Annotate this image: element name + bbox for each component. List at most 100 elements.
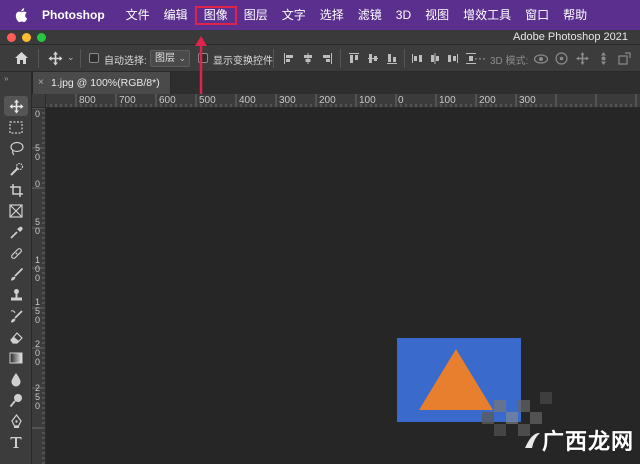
marquee-tool-icon bbox=[9, 120, 23, 134]
watermark: 广西龙网 bbox=[522, 424, 634, 456]
mode-3d-label: 3D 模式: bbox=[490, 56, 529, 67]
window-title: Adobe Photoshop 2021 bbox=[513, 31, 628, 43]
auto-select-label: 自动选择: bbox=[104, 56, 147, 67]
close-window-button[interactable] bbox=[7, 33, 16, 42]
align-bottom-icon[interactable] bbox=[386, 52, 398, 65]
menu-edit[interactable]: 编辑 bbox=[157, 6, 195, 25]
ruler-origin[interactable] bbox=[32, 94, 46, 108]
align-left-icon[interactable] bbox=[283, 52, 295, 65]
ruler-label: 700 bbox=[119, 95, 136, 106]
zoom-window-button[interactable] bbox=[37, 33, 46, 42]
auto-select-target-dropdown[interactable]: 图层 ⌄ bbox=[150, 50, 190, 67]
quick-select-tool-button[interactable] bbox=[4, 159, 28, 179]
document-tab-label: 1.jpg @ 100%(RGB/8*) bbox=[51, 77, 160, 89]
type-tool-icon bbox=[10, 437, 22, 448]
menu-type[interactable]: 文字 bbox=[275, 6, 313, 25]
align-top-icon[interactable] bbox=[348, 52, 360, 65]
apple-icon[interactable] bbox=[14, 7, 28, 23]
frame-tool-button[interactable] bbox=[4, 201, 28, 221]
ruler-label: 600 bbox=[159, 95, 176, 106]
show-transform-controls-label: 显示变换控件 bbox=[213, 56, 273, 67]
ruler-label: 150 bbox=[35, 297, 41, 325]
type-tool-button[interactable] bbox=[4, 432, 28, 452]
ruler-label: 300 bbox=[519, 95, 536, 106]
menu-bar: Photoshop 文件 编辑 图像 图层 文字 选择 滤镜 3D 视图 增效工… bbox=[0, 0, 640, 30]
menu-help[interactable]: 帮助 bbox=[556, 6, 594, 25]
move-tool-icon[interactable] bbox=[48, 51, 63, 66]
menu-3d[interactable]: 3D bbox=[389, 6, 418, 25]
drag-3d-icon[interactable] bbox=[575, 51, 590, 66]
watermark-text: 广西龙网 bbox=[541, 429, 634, 454]
clone-stamp-tool-icon bbox=[10, 288, 22, 300]
chevron-down-icon: ⌄ bbox=[178, 53, 186, 63]
blur-tool-icon bbox=[11, 372, 21, 386]
auto-select-target-value: 图层 bbox=[155, 53, 175, 64]
healing-brush-tool-icon bbox=[10, 247, 22, 259]
eyedropper-tool-button[interactable] bbox=[4, 222, 28, 242]
pen-tool-button[interactable] bbox=[4, 411, 28, 431]
ruler-label: 100 bbox=[439, 95, 456, 106]
ruler-label: 200 bbox=[479, 95, 496, 106]
brush-tool-button[interactable] bbox=[4, 264, 28, 284]
menu-file[interactable]: 文件 bbox=[119, 6, 157, 25]
move-tool-button[interactable] bbox=[4, 96, 28, 116]
more-icon[interactable]: ··· bbox=[474, 51, 486, 65]
ruler-label: 200 bbox=[35, 339, 41, 367]
slide-3d-icon[interactable] bbox=[596, 51, 611, 66]
menu-view[interactable]: 视图 bbox=[418, 6, 456, 25]
gradient-tool-button[interactable] bbox=[4, 348, 28, 368]
align-center-h-icon[interactable] bbox=[302, 52, 314, 65]
crop-tool-icon bbox=[9, 183, 23, 197]
marquee-tool-button[interactable] bbox=[4, 117, 28, 137]
distribute-right-icon[interactable] bbox=[447, 52, 459, 65]
ruler-label: 300 bbox=[279, 95, 296, 106]
clone-stamp-tool-button[interactable] bbox=[4, 285, 28, 305]
annotation-arrow-icon bbox=[195, 36, 207, 94]
menu-window[interactable]: 窗口 bbox=[518, 6, 556, 25]
close-tab-icon[interactable]: × bbox=[38, 77, 44, 88]
horizontal-ruler[interactable]: 800 700 600 500 400 300 200 100 0 100 20… bbox=[46, 94, 640, 108]
vertical-ruler[interactable]: 0 50 0 50 100 150 200 250 bbox=[32, 108, 46, 464]
menu-select[interactable]: 选择 bbox=[313, 6, 351, 25]
document-tab-bar: × 1.jpg @ 100%(RGB/8*) bbox=[33, 72, 640, 94]
ruler-label: 200 bbox=[319, 95, 336, 106]
menu-plugins[interactable]: 增效工具 bbox=[456, 6, 518, 25]
ruler-label: 50 bbox=[35, 217, 41, 236]
auto-select-checkbox[interactable] bbox=[89, 53, 99, 63]
lasso-tool-icon bbox=[9, 141, 24, 155]
menu-filter[interactable]: 滤镜 bbox=[351, 6, 389, 25]
distribute-center-icon[interactable] bbox=[429, 52, 441, 65]
lasso-tool-button[interactable] bbox=[4, 138, 28, 158]
dodge-tool-button[interactable] bbox=[4, 390, 28, 410]
ruler-label: 250 bbox=[35, 383, 41, 411]
eraser-tool-icon bbox=[9, 331, 23, 344]
home-icon[interactable] bbox=[14, 51, 29, 65]
panel-collapse-icon[interactable]: » bbox=[4, 74, 9, 83]
ruler-label: 100 bbox=[359, 95, 376, 106]
brush-tool-icon bbox=[10, 267, 23, 280]
window-title-bar: Adobe Photoshop 2021 bbox=[0, 30, 640, 45]
eraser-tool-button[interactable] bbox=[4, 327, 28, 347]
history-brush-tool-button[interactable] bbox=[4, 306, 28, 326]
crop-tool-button[interactable] bbox=[4, 180, 28, 200]
document-tab[interactable]: × 1.jpg @ 100%(RGB/8*) bbox=[33, 72, 171, 94]
app-name-menu[interactable]: Photoshop bbox=[42, 8, 105, 22]
scale-3d-icon[interactable] bbox=[617, 51, 632, 66]
distribute-left-icon[interactable] bbox=[411, 52, 423, 65]
tool-preset-chevron-icon[interactable]: ⌄ bbox=[67, 52, 75, 63]
move-tool-icon bbox=[9, 99, 23, 113]
roll-3d-icon[interactable] bbox=[554, 51, 569, 66]
minimize-window-button[interactable] bbox=[22, 33, 31, 42]
align-right-icon[interactable] bbox=[321, 52, 333, 65]
ruler-label: 0 bbox=[398, 95, 404, 106]
menu-image[interactable]: 图像 bbox=[194, 5, 237, 25]
align-middle-v-icon[interactable] bbox=[367, 52, 379, 65]
dodge-tool-icon bbox=[9, 393, 22, 407]
ruler-label: 500 bbox=[199, 95, 216, 106]
watermark-logo-icon bbox=[524, 432, 540, 448]
history-brush-tool-icon bbox=[10, 309, 23, 322]
menu-layer[interactable]: 图层 bbox=[237, 6, 275, 25]
healing-brush-tool-button[interactable] bbox=[4, 243, 28, 263]
blur-tool-button[interactable] bbox=[4, 369, 28, 389]
orbit-3d-icon[interactable] bbox=[533, 51, 549, 66]
